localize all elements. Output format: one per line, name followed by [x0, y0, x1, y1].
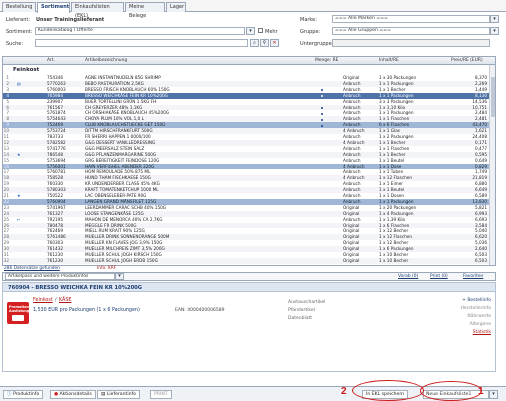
- aktionsdetails-button[interactable]: ● Aktionsdetails: [50, 390, 96, 399]
- allergene-link[interactable]: Allergene: [470, 322, 491, 327]
- grid-scrollbar[interactable]: [489, 65, 495, 265]
- detail-title: 760904 - BRESSO WEICHKA FEIN KR 10%200G: [8, 285, 143, 291]
- produktinfo-button[interactable]: ⓘ Produktinfo: [3, 390, 44, 399]
- lieferantinfo-button[interactable]: ▤ Lieferantinfo: [97, 390, 140, 399]
- ekl-dropdown-icon[interactable]: ▾: [489, 390, 498, 399]
- detail-header: 760904 - BRESSO WEICHKA FEIN KR 10%200G: [2, 282, 496, 292]
- col-preis[interactable]: Preis/RE (EUR): [451, 58, 483, 63]
- vorab-link[interactable]: Vorab (0): [398, 274, 418, 279]
- lieferant-label: Lieferant:: [6, 17, 31, 23]
- ean-code: EAN: 4000400006589: [175, 308, 225, 313]
- col-art[interactable]: Art.: [47, 58, 55, 63]
- untergruppe-select[interactable]: [332, 39, 490, 47]
- promotion-badge: Promotion Auslistung: [7, 302, 29, 324]
- availability-dot: [321, 107, 323, 109]
- info-text: Info: KRF: [97, 266, 117, 271]
- gruppe-label: Gruppe:: [300, 29, 321, 35]
- category-link-kaese[interactable]: KÄSE: [59, 298, 71, 303]
- annotation-number-2: 2: [341, 386, 347, 397]
- availability-dot: [321, 118, 323, 121]
- herstellerinfo-link[interactable]: Herstellerinfo: [461, 306, 491, 311]
- records-found[interactable]: 286 Datensätze gefunden: [4, 266, 60, 271]
- favoriten-link[interactable]: Favoriten: [463, 274, 483, 279]
- category-link-feinkost[interactable]: Feinkost: [33, 298, 53, 303]
- gruppe-select[interactable]: === Alle Gruppen ===: [332, 27, 490, 35]
- grid-header: Art. Artikelbezeichnung Menge: RE Inhalt…: [3, 57, 495, 65]
- category-separator: /: [55, 298, 57, 303]
- gruppe-dropdown-icon[interactable]: ▾: [490, 27, 499, 35]
- untergruppe-label: Untergruppe:: [300, 41, 334, 47]
- table-row[interactable]: 32 761230 MUELLER SCHUL JOGH ERDB 150G Orig…: [3, 257, 495, 264]
- print-button[interactable]: PRINT: [150, 390, 172, 399]
- naehrwerte-link[interactable]: Nährwerte: [467, 314, 491, 319]
- scrollbar-thumb[interactable]: [491, 77, 495, 117]
- bestellinfo-link[interactable]: + Bestellinfo: [462, 298, 491, 303]
- tab-meine-belege[interactable]: Meine Belege: [125, 2, 165, 19]
- search-icon[interactable]: ⌕: [250, 39, 259, 47]
- tab-lager[interactable]: Lager: [166, 2, 186, 12]
- cell-art: 761230: [47, 257, 63, 263]
- promotion-badge-text: Promotion Auslistung: [9, 305, 30, 313]
- statistik-link[interactable]: Statistik: [473, 330, 491, 335]
- clear-icon[interactable]: ✕: [270, 39, 279, 47]
- annotation-number-1: 1: [478, 386, 484, 397]
- tab-bar: Bestellung Sortiment Einkaufslisten (EKL…: [0, 0, 506, 19]
- col-menge[interactable]: Menge: RE: [315, 58, 338, 63]
- mehr-label: Mehr: [265, 29, 278, 35]
- pfandartikel-link[interactable]: Pfandartikel: [288, 308, 315, 313]
- sortiment-label: Sortiment:: [6, 29, 33, 35]
- truck-icon: [12, 315, 24, 321]
- find-icon[interactable]: ⚲: [260, 39, 269, 47]
- datenblatt-link[interactable]: Datenblatt: [288, 316, 312, 321]
- produktinfo-select[interactable]: Artikelpass und weitere Produktinfos: [5, 273, 115, 280]
- tab-einkaufslisten[interactable]: Einkaufslisten (EKL): [71, 2, 124, 19]
- section-feinkost: Feinkost: [13, 67, 40, 73]
- availability-dot: [321, 112, 323, 115]
- annotation-circle-2: [352, 380, 424, 401]
- cell-name: MUELLER SCHUL JOGH ERDB 150G: [85, 257, 158, 263]
- availability-dot: [321, 95, 323, 98]
- col-bezeichnung[interactable]: Artikelbezeichnung: [85, 58, 127, 63]
- article-grid: Art. Artikelbezeichnung Menge: RE Inhalt…: [2, 56, 496, 266]
- mehr-checkbox[interactable]: [258, 28, 263, 33]
- marke-dropdown-icon[interactable]: ▾: [490, 15, 499, 23]
- aktionsdetails-label: Aktionsdetails: [59, 392, 92, 397]
- austauschartikel-link[interactable]: Austauschartikel: [288, 300, 325, 305]
- print-link[interactable]: Print (0): [430, 274, 448, 279]
- search-input[interactable]: [35, 39, 248, 47]
- marke-label: Marke:: [300, 17, 317, 23]
- produktinfo-dropdown-icon[interactable]: ▾: [115, 273, 124, 280]
- col-inhalt[interactable]: Inhalt/RE: [379, 58, 399, 63]
- cell-inhalt: 1 x 10 Becher: [379, 257, 409, 263]
- sortiment-select[interactable]: Kundenkatalog / Offerte: [35, 27, 245, 35]
- price-per-unit: 1,530 EUR pro Packungen (1 x 6 Packungen…: [33, 308, 140, 313]
- detail-panel: Promotion Auslistung Feinkost / KÄSE 1,5…: [2, 292, 496, 372]
- sortiment-dropdown-icon[interactable]: ▾: [246, 27, 255, 35]
- tab-bestellung[interactable]: Bestellung: [2, 2, 36, 12]
- lieferant-value: Unser Trainingslieferant: [36, 17, 105, 23]
- produktinfo-label: Produktinfo: [13, 392, 40, 397]
- cell-menge: Original: [343, 257, 360, 263]
- tab-sortiment[interactable]: Sortiment: [37, 2, 70, 13]
- detail-toolbar: Artikelpass und weitere Produktinfos ▾ V…: [2, 272, 496, 281]
- cell-preis: 6,503: [475, 257, 487, 263]
- grid-section-title: Feinkost: [3, 65, 495, 75]
- row-number: 32: [3, 257, 9, 263]
- marke-select[interactable]: === Alle Marken ===: [332, 15, 490, 23]
- availability-dot: [321, 89, 323, 92]
- lieferantinfo-label: Lieferantinfo: [106, 392, 136, 397]
- annotation-circle-1: [420, 381, 482, 401]
- availability-dot: [321, 124, 323, 127]
- suche-label: Suche:: [6, 41, 24, 47]
